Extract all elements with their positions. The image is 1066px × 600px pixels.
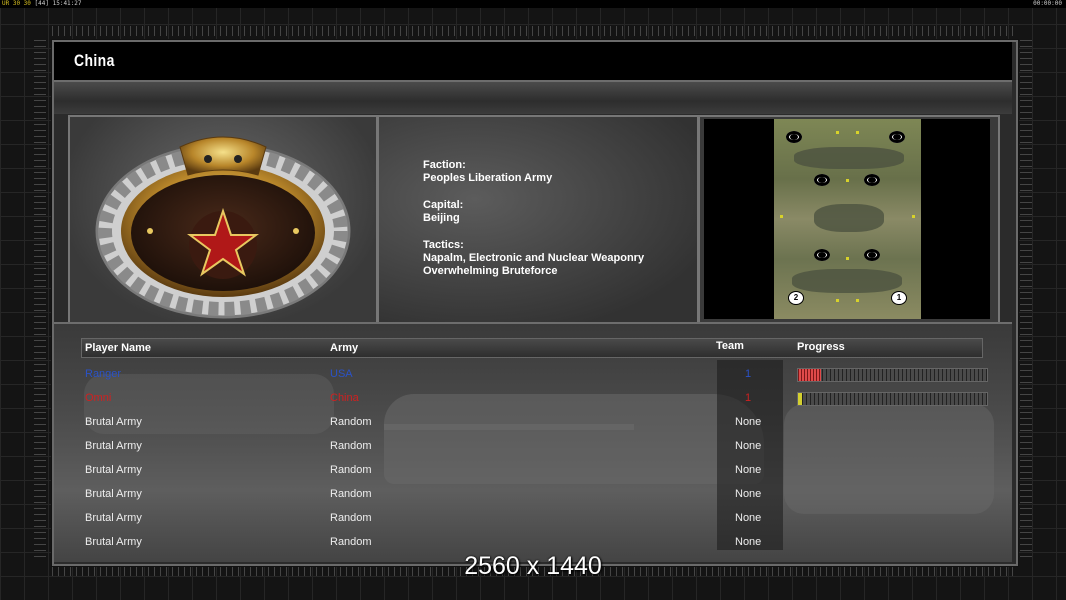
player-team: None bbox=[735, 416, 762, 428]
left-ruler bbox=[34, 40, 46, 560]
tactics-line-2: Overwhelming Bruteforce bbox=[423, 265, 558, 278]
player-name: Ranger bbox=[85, 368, 122, 380]
player-name: Brutal Army bbox=[85, 440, 142, 452]
table-row: Brutal Army Random None bbox=[85, 414, 975, 434]
progress-fill bbox=[798, 393, 802, 405]
player-name: Omni bbox=[85, 392, 112, 404]
capital-label: Capital: bbox=[423, 198, 464, 211]
map-preview: 2 1 bbox=[704, 119, 990, 319]
tactics-line-1: Napalm, Electronic and Nuclear Weaponry bbox=[423, 252, 645, 265]
player-army: Random bbox=[330, 416, 372, 428]
table-row: Brutal Army Random None bbox=[85, 438, 975, 458]
player-table: Player Name Army Team Progress Ranger US… bbox=[71, 338, 995, 553]
player-team: 1 bbox=[745, 368, 752, 380]
header-team: Team bbox=[716, 340, 744, 352]
player-army: Random bbox=[330, 464, 372, 476]
page-title: China bbox=[74, 51, 115, 70]
progress-bar bbox=[797, 368, 988, 382]
map-terrain: 2 1 bbox=[774, 119, 921, 319]
faction-info: Faction: Peoples Liberation Army Capital… bbox=[423, 159, 644, 279]
player-team: None bbox=[735, 536, 762, 548]
right-ruler bbox=[1020, 40, 1032, 560]
player-team: None bbox=[735, 488, 762, 500]
supply-pit-icon bbox=[864, 249, 880, 261]
start-position-1: 1 bbox=[891, 291, 907, 305]
tactics-label: Tactics: bbox=[423, 238, 464, 251]
title-bar: China bbox=[54, 42, 1012, 82]
supply-pit-icon bbox=[864, 174, 880, 186]
player-army: China bbox=[330, 392, 359, 404]
player-team: 1 bbox=[745, 392, 752, 404]
china-emblem-icon bbox=[95, 136, 351, 319]
player-name: Brutal Army bbox=[85, 512, 142, 524]
progress-fill bbox=[798, 369, 821, 381]
table-row: Brutal Army Random None bbox=[85, 486, 975, 506]
top-ruler bbox=[52, 26, 1014, 36]
player-army: Random bbox=[330, 536, 372, 548]
player-name: Brutal Army bbox=[85, 464, 142, 476]
capital-value: Beijing bbox=[423, 212, 460, 225]
supply-pit-icon bbox=[814, 249, 830, 261]
table-row: Brutal Army Random None bbox=[85, 534, 975, 554]
progress-bar bbox=[797, 392, 988, 406]
header-player-name: Player Name bbox=[85, 342, 152, 354]
supply-pit-icon bbox=[889, 131, 905, 143]
table-row: Brutal Army Random None bbox=[85, 462, 975, 482]
player-team: None bbox=[735, 512, 762, 524]
fps-stats-2: [44] bbox=[34, 0, 49, 7]
faction-value: Peoples Liberation Army bbox=[423, 172, 553, 185]
faction-label: Faction: bbox=[423, 159, 466, 171]
clock: 15:41:27 bbox=[52, 0, 82, 7]
player-army: Random bbox=[330, 440, 372, 452]
player-team: None bbox=[735, 464, 762, 476]
emblem-panel bbox=[68, 115, 378, 324]
table-row: Brutal Army Random None bbox=[85, 510, 975, 530]
player-army: USA bbox=[330, 368, 353, 380]
resolution-watermark: 2560 x 1440 bbox=[464, 552, 602, 580]
right-clock: 00:00:00 bbox=[1033, 0, 1062, 7]
start-position-2: 2 bbox=[788, 291, 804, 305]
supply-pit-icon bbox=[786, 131, 802, 143]
player-name: Brutal Army bbox=[85, 488, 142, 500]
header-army: Army bbox=[330, 342, 359, 354]
player-army: Random bbox=[330, 488, 372, 500]
debug-overlay: UR 30 30 [44] 15:41:27 00:00:00 bbox=[0, 0, 1066, 8]
player-team: None bbox=[735, 440, 762, 452]
player-name: Brutal Army bbox=[85, 416, 142, 428]
supply-pit-icon bbox=[814, 174, 830, 186]
table-header bbox=[81, 338, 983, 358]
fps-stats: UR 30 30 bbox=[2, 0, 31, 7]
player-name: Brutal Army bbox=[85, 536, 142, 548]
header-progress: Progress bbox=[797, 341, 845, 353]
decor-strip bbox=[54, 82, 1012, 114]
player-army: Random bbox=[330, 512, 372, 524]
